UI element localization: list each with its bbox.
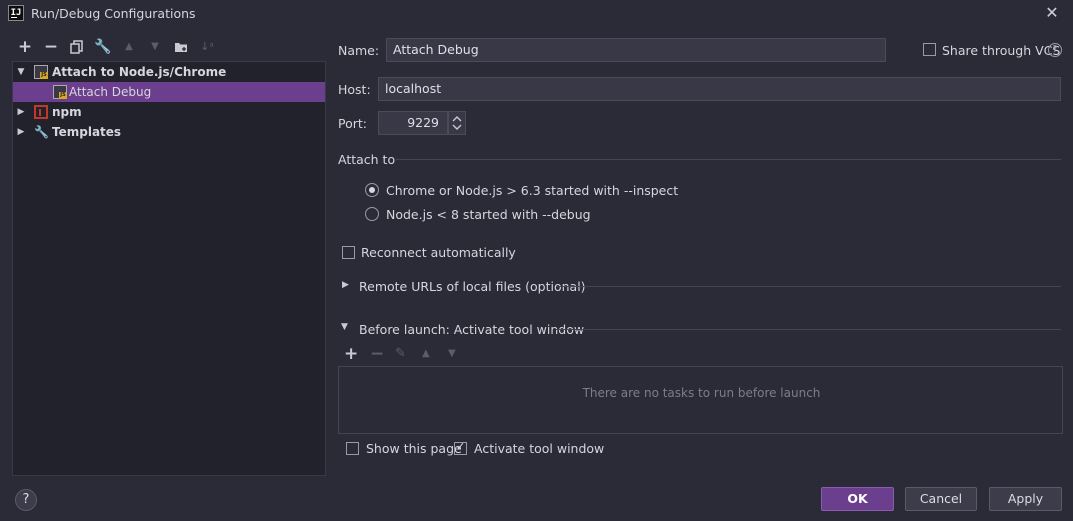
tasks-empty-text: There are no tasks to run before launch — [582, 386, 821, 400]
tree-item-label: Attach to Node.js/Chrome — [52, 65, 227, 79]
share-vcs-checkbox[interactable] — [923, 43, 936, 56]
host-label: Host: — [338, 82, 371, 97]
add-icon[interactable]: + — [16, 38, 34, 56]
name-field[interactable]: Attach Debug — [386, 38, 886, 62]
tree-item-label: Templates — [52, 125, 122, 139]
app-icon: IJ — [8, 5, 24, 21]
expand-arrow-icon[interactable]: ▶ — [342, 280, 349, 290]
wrench-icon[interactable]: 🔧 — [94, 38, 112, 56]
separator — [396, 159, 1061, 160]
host-field[interactable]: localhost — [378, 77, 1061, 101]
move-up-icon[interactable]: ▲ — [120, 38, 138, 56]
sort-icon[interactable]: ↓ᵃ — [198, 38, 216, 56]
npm-icon — [34, 105, 48, 119]
separator — [556, 286, 1061, 287]
separator — [556, 329, 1061, 330]
tree-item-label: Attach Debug — [69, 85, 152, 99]
show-page-checkbox[interactable] — [346, 442, 359, 455]
tree-item-npm[interactable]: ▶ npm — [13, 102, 325, 122]
add-task-icon[interactable]: + — [344, 344, 358, 364]
move-task-up-icon[interactable]: ▲ — [422, 348, 430, 359]
collapse-arrow-icon[interactable]: ▼ — [341, 322, 348, 332]
apply-button[interactable]: Apply — [989, 487, 1062, 511]
ok-button[interactable]: OK — [821, 487, 894, 511]
share-vcs-label: Share through VCS — [942, 43, 1061, 58]
help-button[interactable]: ? — [15, 489, 37, 511]
activate-tool-checkbox[interactable] — [454, 440, 467, 455]
reconnect-checkbox[interactable] — [342, 246, 355, 259]
cancel-button[interactable]: Cancel — [905, 487, 977, 511]
move-down-icon[interactable]: ▼ — [146, 38, 164, 56]
new-folder-icon[interactable] — [172, 38, 190, 56]
before-launch-label[interactable]: Before launch: Activate tool window — [359, 322, 584, 337]
radio-inspect[interactable] — [365, 183, 379, 197]
port-label: Port: — [338, 116, 367, 131]
tree-item-label: npm — [52, 105, 82, 119]
close-icon[interactable]: ✕ — [1043, 4, 1061, 22]
tree-item-templates[interactable]: ▶ 🔧 Templates — [13, 122, 325, 142]
activate-tool-label: Activate tool window — [474, 441, 605, 456]
radio-debug-label: Node.js < 8 started with --debug — [386, 207, 591, 222]
collapse-arrow-icon[interactable]: ▶ — [16, 122, 26, 142]
configuration-tree[interactable]: ▼ Attach to Node.js/Chrome Attach Debug … — [12, 61, 326, 476]
port-spinner[interactable] — [448, 111, 466, 135]
tasks-list[interactable]: There are no tasks to run before launch — [338, 366, 1063, 434]
node-config-icon — [53, 85, 67, 99]
move-task-down-icon[interactable]: ▼ — [448, 348, 456, 359]
node-config-icon — [34, 65, 48, 79]
wrench-icon: 🔧 — [34, 125, 49, 139]
edit-task-icon[interactable]: ✎ — [395, 346, 406, 361]
remove-task-icon[interactable]: − — [370, 344, 384, 364]
collapse-arrow-icon[interactable]: ▶ — [16, 102, 26, 122]
remove-icon[interactable]: − — [42, 38, 60, 56]
attach-to-label: Attach to — [338, 152, 396, 167]
name-label: Name: — [338, 43, 380, 58]
tree-item-attach-debug[interactable]: Attach Debug — [13, 82, 325, 102]
radio-inspect-label: Chrome or Node.js > 6.3 started with --i… — [386, 183, 679, 198]
window-title: Run/Debug Configurations — [31, 6, 196, 21]
port-field[interactable]: 9229 — [378, 111, 448, 135]
show-page-label: Show this page — [366, 441, 462, 456]
tree-item-attach-node-chrome[interactable]: ▼ Attach to Node.js/Chrome — [13, 62, 325, 82]
radio-debug[interactable] — [365, 207, 379, 221]
expand-arrow-icon[interactable]: ▼ — [16, 62, 26, 82]
copy-icon[interactable] — [68, 38, 86, 56]
help-icon[interactable]: ? — [1048, 43, 1062, 57]
remote-urls-label[interactable]: Remote URLs of local files (optional) — [359, 279, 586, 294]
reconnect-label: Reconnect automatically — [361, 245, 516, 260]
